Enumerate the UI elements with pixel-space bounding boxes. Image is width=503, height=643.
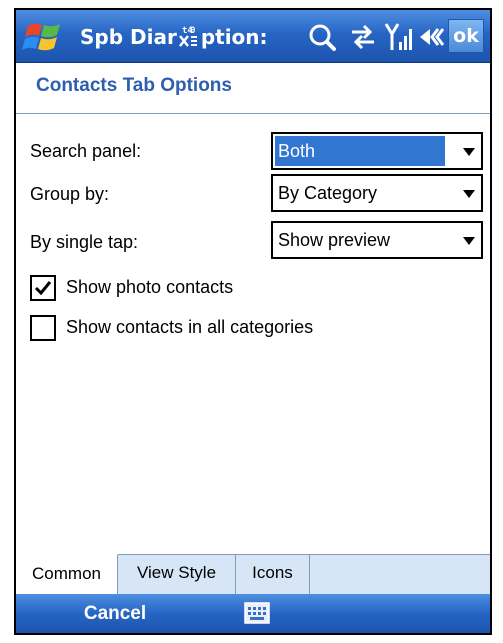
group-by-label: Group by: [30,184,110,204]
show-photo-contacts-checkbox[interactable] [30,275,56,301]
chevron-down-icon [463,148,475,156]
signal-icon[interactable] [384,20,414,54]
single-tap-label: By single tap: [30,232,139,252]
show-photo-contacts-label[interactable]: Show photo contacts [66,277,233,298]
keyboard-icon[interactable] [244,602,270,624]
menu-bar: Cancel [16,594,490,633]
tab-common[interactable]: Common [16,554,118,594]
page-header: Contacts Tab Options [16,63,490,114]
show-all-categories-label[interactable]: Show contacts in all categories [66,317,313,338]
search-panel-dropdown[interactable]: Both [271,132,483,170]
tab-view-style[interactable]: View Style [118,554,236,594]
chevron-down-icon [463,237,475,245]
search-panel-value: Both [275,136,445,166]
title-bar: Spb Diar t4 0 ption: ok [16,10,490,63]
tab-strip: Common View Style Icons [16,554,490,595]
windows-start-icon[interactable] [22,20,68,54]
ok-button[interactable]: ok [448,19,484,53]
page-title: Contacts Tab Options [36,75,232,96]
svg-text:0: 0 [190,26,195,36]
group-by-dropdown[interactable]: By Category [271,174,483,212]
connectivity-icon[interactable] [348,20,378,54]
search-panel-label: Search panel: [30,141,142,161]
device-screen: Spb Diar t4 0 ption: ok Contacts Tab Option… [14,8,492,635]
volume-icon[interactable] [418,20,444,54]
search-icon[interactable] [306,20,338,54]
cancel-button[interactable]: Cancel [70,594,160,633]
group-by-value: By Category [278,183,378,203]
clock-icon: t4 0 [177,22,201,52]
chevron-down-icon [463,190,475,198]
app-title-text: Spb Diar [80,25,177,49]
show-all-categories-checkbox[interactable] [30,315,56,341]
app-title: Spb Diar t4 0 ption: [80,22,298,52]
app-title-text-tail: ption: [200,25,268,49]
checkmark-icon [34,281,52,296]
single-tap-value: Show preview [278,230,391,250]
single-tap-dropdown[interactable]: Show preview [271,221,483,259]
tab-icons[interactable]: Icons [236,554,310,594]
